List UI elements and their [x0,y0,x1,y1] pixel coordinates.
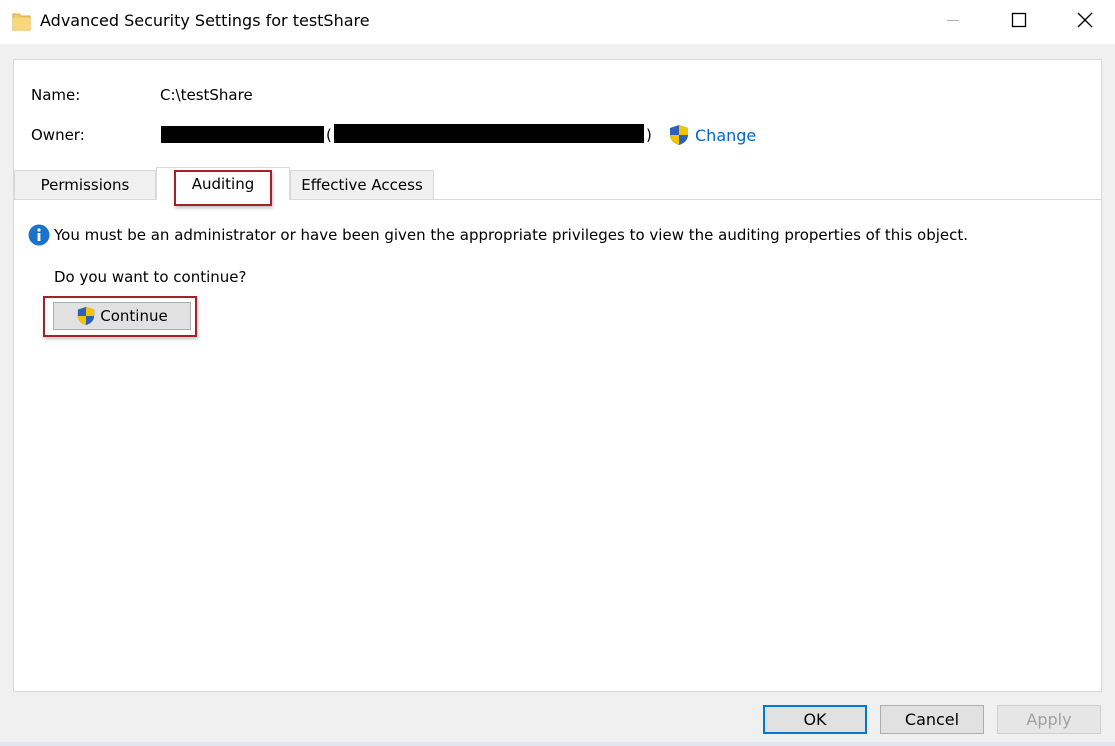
minimize-icon [947,20,959,21]
tab-auditing-label: Auditing [191,175,255,193]
close-button[interactable] [1062,0,1108,40]
cancel-button[interactable]: Cancel [880,705,984,734]
close-icon [1077,12,1093,28]
continue-button-label: Continue [100,307,168,325]
tab-auditing[interactable]: Auditing [156,167,290,200]
uac-shield-icon [670,125,688,145]
auditing-info-message: You must be an administrator or have bee… [54,226,969,244]
tab-permissions[interactable]: Permissions [14,170,156,199]
apply-button[interactable]: Apply [997,705,1101,734]
folder-icon [12,13,31,31]
tab-permissions-label: Permissions [40,176,130,194]
continue-question: Do you want to continue? [54,268,247,286]
uac-shield-icon [78,306,95,326]
name-value: C:\testShare [160,86,253,104]
tab-effective-access-label: Effective Access [301,176,423,194]
info-icon [28,224,50,246]
tab-effective-access[interactable]: Effective Access [290,170,434,199]
window-bottom-edge [0,742,1115,746]
maximize-button[interactable] [996,0,1042,40]
minimize-button[interactable] [930,0,976,40]
name-label: Name: [31,86,81,104]
title-bar: Advanced Security Settings for testShare [0,0,1115,44]
owner-account-redaction [334,124,644,143]
maximize-icon [1011,12,1027,28]
content-panel [13,59,1102,692]
continue-button[interactable]: Continue [53,302,191,330]
owner-paren-open: ( [326,126,332,144]
change-owner-link[interactable]: Change [695,126,756,145]
ok-button[interactable]: OK [763,705,867,734]
owner-paren-close: ) [646,126,652,144]
owner-label: Owner: [31,126,85,144]
window-title: Advanced Security Settings for testShare [40,11,370,30]
owner-redaction [161,126,324,143]
